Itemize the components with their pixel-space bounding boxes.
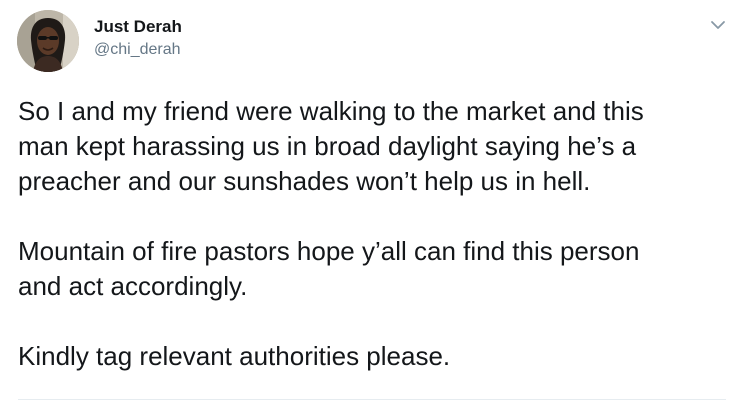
tweet-text-line: Mountain of fire pastors hope y’all can …	[18, 236, 640, 266]
tweet-card: Just Derah @chi_derah So I and my friend…	[0, 0, 744, 403]
avatar-photo-icon	[17, 10, 79, 72]
tweet-text-line: and act accordingly.	[18, 271, 248, 301]
author-display-name[interactable]: Just Derah	[94, 16, 182, 38]
tweet-text: So I and my friend were walking to the m…	[18, 94, 738, 374]
tweet-author[interactable]: Just Derah @chi_derah	[94, 16, 182, 60]
avatar[interactable]	[17, 10, 79, 72]
tweet-text-line: preacher and our sunshades won’t help us…	[18, 166, 591, 196]
chevron-down-icon	[711, 21, 725, 29]
tweet-text-line: man kept harassing us in broad daylight …	[18, 131, 637, 161]
author-handle[interactable]: @chi_derah	[94, 40, 182, 60]
tweet-menu-button[interactable]	[708, 15, 728, 35]
tweet-text-line: Kindly tag relevant authorities please.	[18, 341, 451, 371]
divider	[18, 399, 726, 400]
tweet-text-line: So I and my friend were walking to the m…	[18, 96, 644, 126]
